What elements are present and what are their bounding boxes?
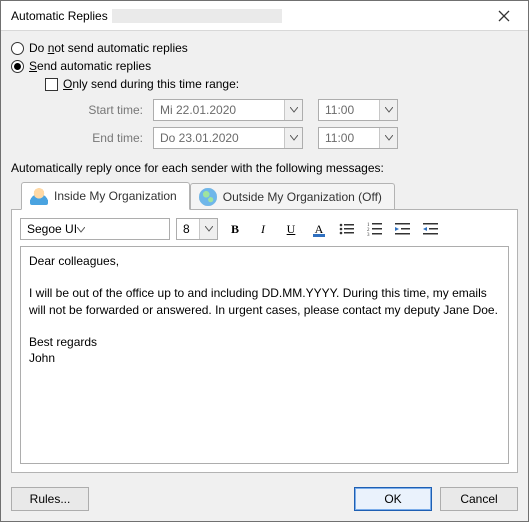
font-size-value: 8 [183, 222, 190, 236]
cancel-button[interactable]: Cancel [440, 487, 518, 511]
titlebar: Automatic Replies [1, 1, 528, 31]
tab-outside-org[interactable]: Outside My Organization (Off) [190, 183, 395, 210]
window-title: Automatic Replies [11, 9, 108, 23]
close-button[interactable] [481, 2, 526, 30]
radio-icon [11, 42, 24, 55]
end-date-combo[interactable]: Do 23.01.2020 [153, 127, 303, 149]
start-date-combo[interactable]: Mi 22.01.2020 [153, 99, 303, 121]
tab-outside-label: Outside My Organization (Off) [223, 190, 382, 204]
chevron-down-icon [379, 128, 397, 148]
start-time-combo[interactable]: 11:00 [318, 99, 398, 121]
tab-inside-label: Inside My Organization [54, 189, 177, 203]
italic-button[interactable]: I [252, 218, 274, 240]
radio-send-label: Send automatic replies [29, 59, 151, 73]
decrease-indent-button[interactable] [392, 218, 414, 240]
end-date-value: Do 23.01.2020 [160, 131, 239, 145]
chevron-down-icon [284, 128, 302, 148]
message-editor[interactable]: Dear colleagues, I will be out of the of… [20, 246, 509, 464]
tabstrip: Inside My Organization Outside My Organi… [21, 181, 518, 209]
increase-indent-button[interactable] [420, 218, 442, 240]
bulleted-list-icon [339, 222, 355, 236]
dialog-footer: Rules... OK Cancel [1, 479, 528, 521]
ok-button[interactable]: OK [354, 487, 432, 511]
end-time-combo[interactable]: 11:00 [318, 127, 398, 149]
radio-send[interactable]: Send automatic replies [11, 59, 518, 73]
tab-inside-org[interactable]: Inside My Organization [21, 182, 190, 210]
time-range-grid: Start time: Mi 22.01.2020 11:00 End time… [77, 99, 518, 149]
checkbox-icon [45, 78, 58, 91]
globe-icon [199, 188, 217, 206]
radio-dont-send[interactable]: Do not send automatic replies [11, 41, 518, 55]
tab-panel-inside: Segoe UI 8 B I U A 123 [11, 209, 518, 473]
dialog-content: Do not send automatic replies Send autom… [1, 31, 528, 479]
font-family-select[interactable]: Segoe UI [20, 218, 170, 240]
close-icon [498, 10, 510, 22]
start-time-label: Start time: [77, 103, 147, 117]
rules-button[interactable]: Rules... [11, 487, 89, 511]
checkbox-only-range-label: Only send during this time range: [63, 77, 239, 91]
window-title-extra [112, 9, 282, 23]
chevron-down-icon [284, 100, 302, 120]
editor-toolbar: Segoe UI 8 B I U A 123 [20, 218, 509, 240]
bold-button[interactable]: B [224, 218, 246, 240]
people-icon [30, 187, 48, 205]
svg-text:3: 3 [367, 233, 370, 236]
chevron-down-icon [77, 222, 85, 236]
numbered-list-icon: 123 [367, 222, 383, 236]
decrease-indent-icon [395, 222, 411, 236]
chevron-down-icon [379, 100, 397, 120]
checkbox-only-range[interactable]: Only send during this time range: [45, 77, 518, 91]
font-color-swatch [313, 234, 325, 237]
radio-dont-send-label: Do not send automatic replies [29, 41, 188, 55]
increase-indent-icon [423, 222, 439, 236]
end-time-label: End time: [77, 131, 147, 145]
start-date-value: Mi 22.01.2020 [160, 103, 236, 117]
font-family-value: Segoe UI [27, 222, 77, 236]
start-time-value: 11:00 [325, 103, 354, 117]
radio-icon [11, 60, 24, 73]
chevron-down-icon [199, 219, 217, 239]
numbered-list-button[interactable]: 123 [364, 218, 386, 240]
underline-button[interactable]: U [280, 218, 302, 240]
section-label: Automatically reply once for each sender… [11, 161, 518, 175]
font-color-button[interactable]: A [308, 218, 330, 240]
font-size-select[interactable]: 8 [176, 218, 218, 240]
bulleted-list-button[interactable] [336, 218, 358, 240]
end-time-value: 11:00 [325, 131, 354, 145]
dialog-window: Automatic Replies Do not send automatic … [0, 0, 529, 522]
